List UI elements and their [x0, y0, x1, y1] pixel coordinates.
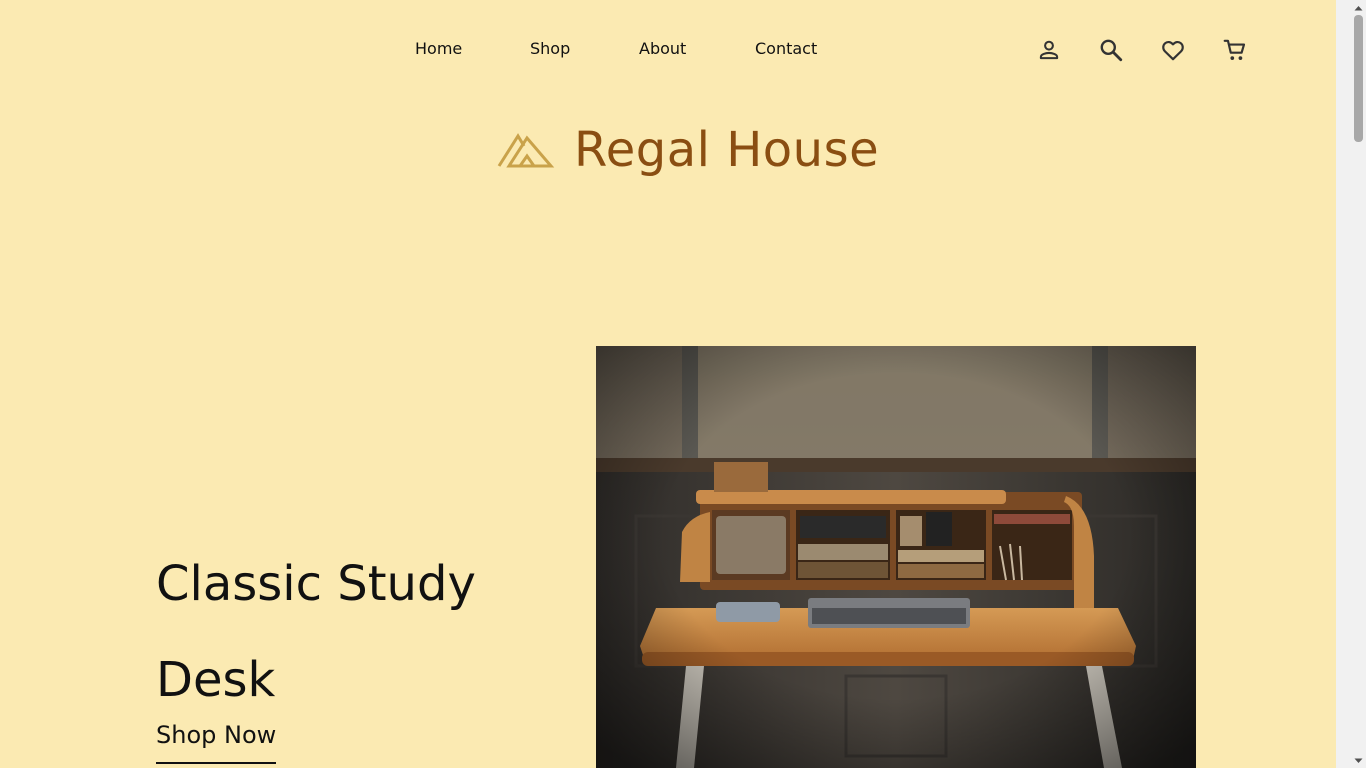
main-nav: Home Shop About Contact	[0, 38, 1351, 62]
page: Home Shop About Contact Regal House Clas…	[0, 0, 1351, 768]
cart-icon	[1223, 39, 1246, 60]
hero-image	[596, 346, 1196, 768]
heart-icon	[1162, 40, 1184, 61]
page-scrollbar[interactable]	[1336, 0, 1351, 768]
nav-link-contact[interactable]: Contact	[755, 38, 817, 60]
search-button[interactable]	[1097, 36, 1125, 64]
vertical-scrollbar[interactable]	[1351, 0, 1366, 768]
user-icon	[1039, 40, 1059, 60]
scrollbar-thumb[interactable]	[1354, 15, 1363, 142]
brand[interactable]: Regal House	[496, 120, 879, 180]
cart-button[interactable]	[1221, 36, 1249, 64]
brand-name: Regal House	[574, 122, 880, 178]
nav-link-home[interactable]: Home	[415, 38, 462, 60]
regal-house-logo-icon	[497, 133, 555, 168]
scroll-down-arrow-icon[interactable]	[1351, 753, 1366, 768]
wishlist-button[interactable]	[1159, 36, 1187, 64]
search-icon	[1100, 39, 1123, 62]
nav-link-about[interactable]: About	[639, 38, 686, 60]
nav-link-shop[interactable]: Shop	[530, 38, 570, 60]
study-desk-image	[596, 346, 1196, 768]
shop-now-button[interactable]: Shop Now	[156, 720, 277, 764]
hero-title: Classic Study Desk	[156, 556, 476, 708]
account-button[interactable]	[1035, 36, 1063, 64]
scroll-up-arrow-icon[interactable]	[1351, 0, 1366, 15]
